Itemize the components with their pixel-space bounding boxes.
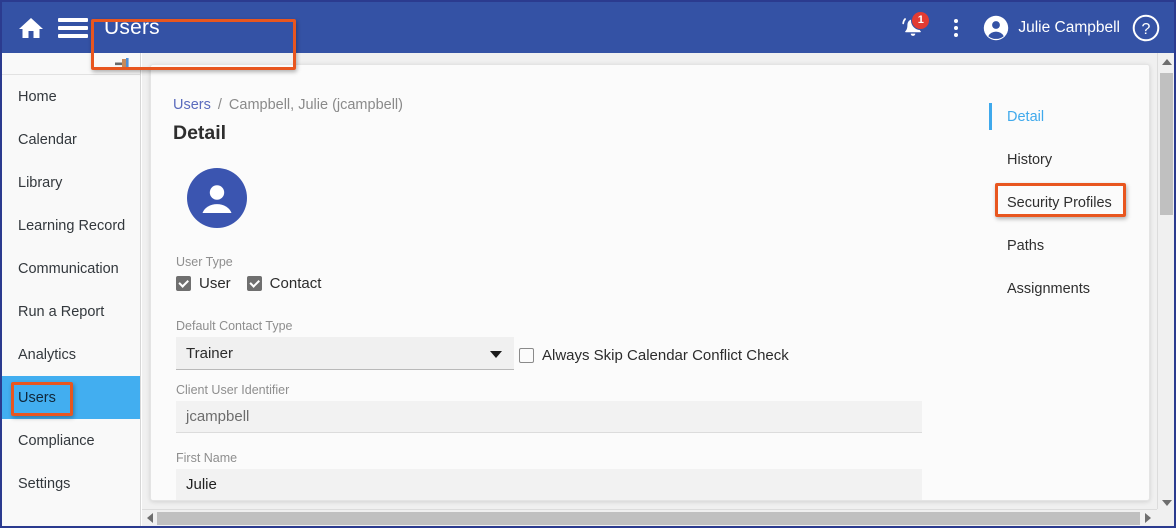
sidebar-item-home[interactable]: Home — [2, 75, 140, 118]
chevron-down-icon — [490, 351, 502, 358]
rail-item-label: Security Profiles — [1007, 194, 1112, 211]
rail-item-paths[interactable]: Paths — [989, 224, 1139, 267]
checkbox-checked-icon — [246, 276, 262, 291]
top-bar-right-group: 1 Julie Campbell ? — [891, 10, 1174, 45]
vertical-scrollbar-thumb[interactable] — [1160, 73, 1173, 215]
checkbox-always-skip-calendar-conflict-check[interactable]: Always Skip Calendar Conflict Check — [519, 347, 789, 364]
first-name-input[interactable]: Julie — [176, 469, 922, 500]
horizontal-scrollbar-thumb[interactable] — [157, 511, 1140, 525]
sidebar-navigation: Home Calendar Library Learning Record Co… — [2, 53, 141, 526]
scrollbar-corner — [1157, 509, 1174, 526]
sidebar-item-label: Settings — [18, 475, 71, 492]
rail-item-history[interactable]: History — [989, 138, 1139, 181]
main-content-area: Users / Campbell, Julie (jcampbell) Detail… — [142, 53, 1174, 526]
hamburger-menu-icon[interactable] — [58, 17, 88, 39]
sidebar-item-communication[interactable]: Communication — [2, 247, 140, 290]
rail-item-security-profiles[interactable]: Security Profiles — [989, 181, 1139, 224]
skip-conflict-check-field: Always Skip Calendar Conflict Check — [519, 347, 789, 364]
sidebar-item-label: Analytics — [18, 346, 77, 363]
checkbox-contact-label: Contact — [269, 275, 322, 292]
scroll-up-arrow-icon[interactable] — [1158, 53, 1174, 70]
sidebar-item-label: Communication — [18, 260, 119, 277]
svg-text:?: ? — [1142, 21, 1151, 38]
user-avatar-icon — [187, 168, 247, 228]
scroll-left-arrow-icon[interactable] — [142, 510, 157, 527]
first-name-value: Julie — [186, 476, 217, 493]
app-title: Users — [104, 15, 160, 39]
client-user-identifier-field: Client User Identifier jcampbell — [176, 383, 924, 433]
user-type-options: User Contact — [176, 275, 321, 292]
notifications-button[interactable]: 1 — [891, 10, 935, 45]
rail-item-assignments[interactable]: Assignments — [989, 267, 1139, 310]
breadcrumb-separator: / — [217, 97, 222, 113]
sidebar-item-label: Compliance — [18, 432, 95, 449]
sidebar-item-label: Run a Report — [18, 303, 105, 320]
detail-tab-rail: Detail History Security Profiles Paths A… — [989, 95, 1139, 310]
help-circle-icon[interactable]: ? — [1132, 14, 1160, 42]
sidebar-pin-row — [2, 53, 140, 75]
default-contact-type-field: Default Contact Type Trainer — [176, 319, 516, 370]
horizontal-scrollbar[interactable] — [142, 509, 1174, 526]
sidebar-item-label: Library — [18, 174, 63, 191]
sidebar-item-users[interactable]: Users — [2, 376, 140, 419]
sidebar-item-label: Calendar — [18, 131, 77, 148]
client-user-identifier-input[interactable]: jcampbell — [176, 401, 922, 433]
detail-card: Users / Campbell, Julie (jcampbell) Detail… — [150, 64, 1150, 501]
checkbox-unchecked-icon — [519, 348, 534, 363]
checkbox-contact[interactable]: Contact — [246, 275, 322, 292]
user-name-label: Julie Campbell — [1018, 18, 1120, 36]
user-type-field: User Type User Contact — [176, 255, 321, 292]
rail-item-detail[interactable]: Detail — [989, 95, 1139, 138]
sidebar-item-label: Home — [18, 88, 57, 105]
top-app-bar: Users 1 Julie Campbell ? — [2, 2, 1174, 53]
sidebar-item-label: Users — [18, 389, 56, 406]
checkbox-checked-icon — [176, 276, 191, 291]
top-bar-left-group: Users — [2, 16, 160, 40]
sidebar-item-compliance[interactable]: Compliance — [2, 419, 140, 462]
user-type-label: User Type — [176, 255, 233, 269]
sidebar-item-library[interactable]: Library — [2, 161, 140, 204]
default-contact-type-label: Default Contact Type — [176, 319, 293, 333]
home-icon[interactable] — [18, 16, 44, 40]
pin-icon[interactable] — [114, 57, 132, 71]
scroll-right-arrow-icon[interactable] — [1140, 510, 1155, 527]
default-contact-type-select[interactable]: Trainer — [176, 337, 514, 370]
vertical-scrollbar[interactable] — [1157, 53, 1174, 511]
application-window: Users 1 Julie Campbell ? Home Calendar L… — [0, 0, 1176, 528]
page-title: Detail — [173, 122, 227, 144]
breadcrumb: Users / Campbell, Julie (jcampbell) — [173, 97, 403, 113]
sidebar-item-learning-record[interactable]: Learning Record — [2, 204, 140, 247]
breadcrumb-link-users[interactable]: Users — [173, 97, 211, 113]
sidebar-item-label: Learning Record — [18, 217, 126, 234]
sidebar-item-calendar[interactable]: Calendar — [2, 118, 140, 161]
sidebar-item-run-a-report[interactable]: Run a Report — [2, 290, 140, 333]
checkbox-user[interactable]: User — [176, 275, 231, 292]
client-user-identifier-label: Client User Identifier — [176, 383, 290, 397]
rail-item-label: Paths — [1007, 237, 1045, 254]
kebab-menu-icon[interactable] — [943, 13, 969, 43]
first-name-label: First Name — [176, 451, 238, 465]
user-account-menu[interactable]: Julie Campbell — [983, 15, 1120, 41]
rail-item-label: Assignments — [1007, 280, 1091, 297]
rail-item-label: History — [1007, 151, 1053, 168]
default-contact-type-value: Trainer — [186, 344, 233, 362]
checkbox-user-label: User — [199, 275, 231, 292]
first-name-field: First Name Julie — [176, 451, 924, 500]
rail-item-label: Detail — [1007, 108, 1045, 125]
notification-badge: 1 — [911, 10, 931, 30]
skip-conflict-label: Always Skip Calendar Conflict Check — [542, 347, 789, 364]
client-user-identifier-value: jcampbell — [186, 408, 250, 425]
sidebar-item-analytics[interactable]: Analytics — [2, 333, 140, 376]
breadcrumb-current: Campbell, Julie (jcampbell) — [228, 97, 403, 113]
account-circle-icon — [984, 15, 1009, 40]
sidebar-item-settings[interactable]: Settings — [2, 462, 140, 505]
